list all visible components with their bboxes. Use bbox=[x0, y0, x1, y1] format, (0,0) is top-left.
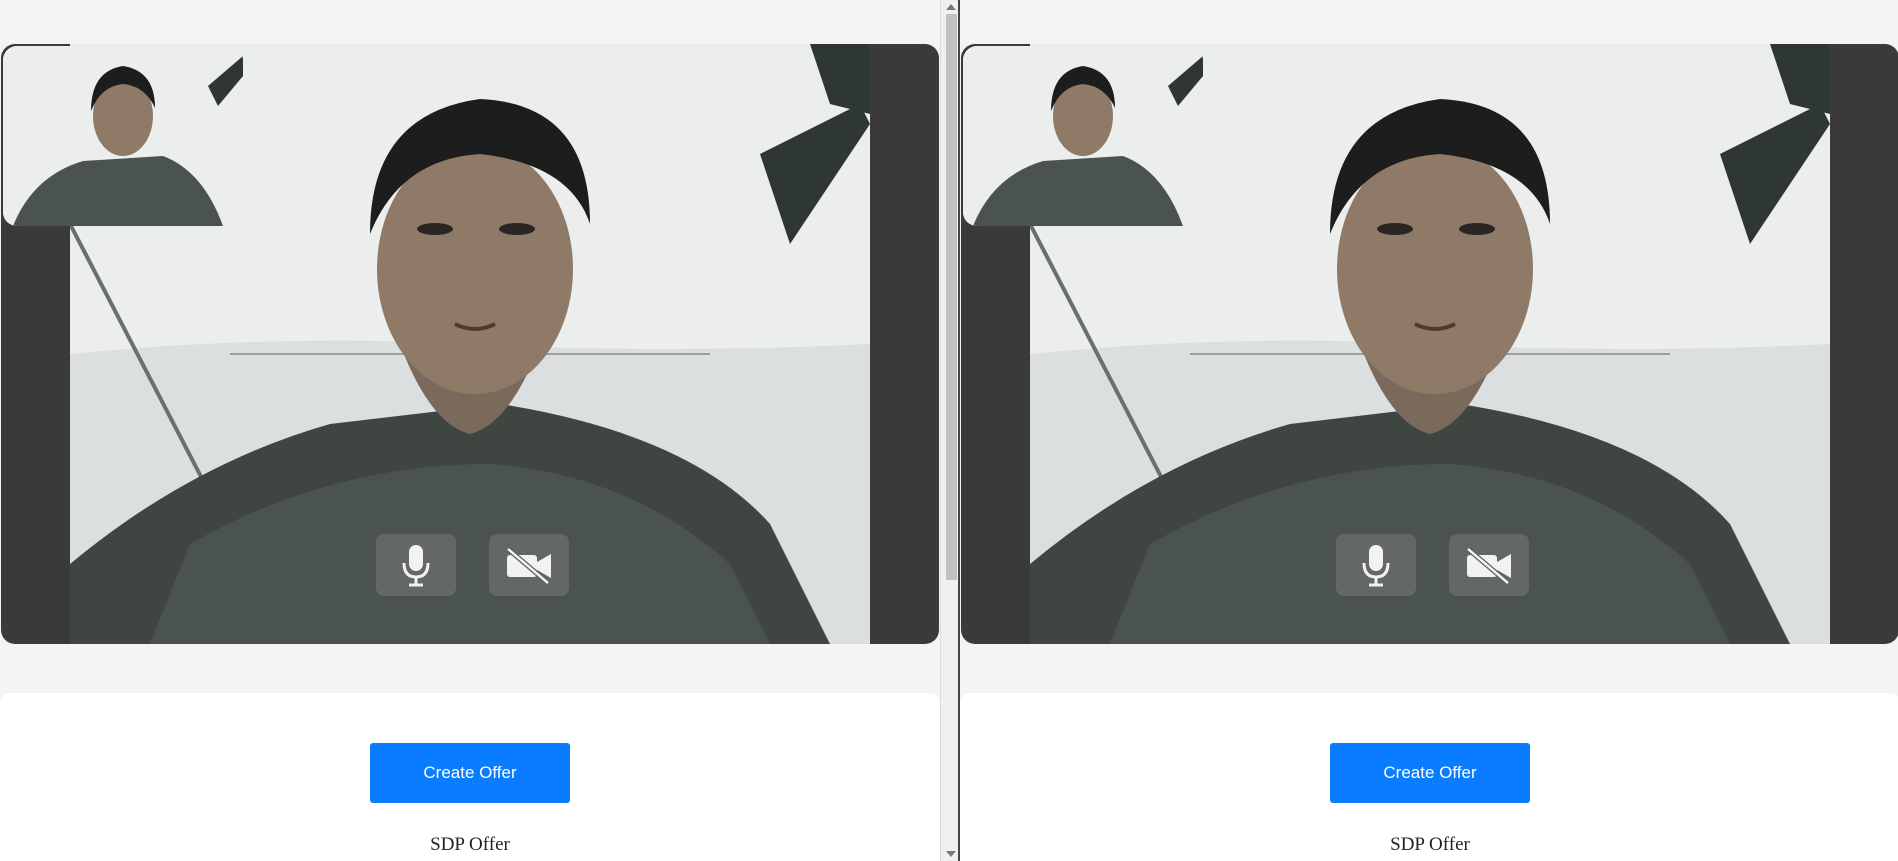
local-video-preview bbox=[963, 46, 1203, 226]
create-offer-button[interactable]: Create Offer bbox=[370, 743, 570, 803]
video-container bbox=[961, 44, 1898, 644]
mute-microphone-button[interactable] bbox=[1336, 534, 1416, 596]
sdp-offer-label: SDP Offer bbox=[1390, 834, 1470, 855]
scroll-down-arrow-icon[interactable] bbox=[946, 851, 956, 857]
call-controls bbox=[376, 534, 569, 596]
mute-microphone-button[interactable] bbox=[376, 534, 456, 596]
video-container bbox=[1, 44, 939, 644]
local-video-frame bbox=[3, 46, 243, 226]
scroll-up-arrow-icon[interactable] bbox=[946, 4, 956, 10]
sdp-offer-label: SDP Offer bbox=[430, 834, 510, 855]
camera-off-icon bbox=[506, 547, 551, 585]
local-video-preview bbox=[3, 46, 243, 226]
toggle-camera-button[interactable] bbox=[1449, 534, 1529, 596]
call-controls bbox=[1336, 534, 1529, 596]
create-offer-button[interactable]: Create Offer bbox=[1330, 743, 1530, 803]
toggle-camera-button[interactable] bbox=[489, 534, 569, 596]
signaling-panel: Create Offer SDP Offer bbox=[0, 693, 940, 861]
scrollbar-thumb[interactable] bbox=[946, 14, 957, 580]
microphone-icon bbox=[1362, 545, 1390, 587]
signaling-panel: Create Offer SDP Offer bbox=[960, 693, 1898, 861]
left-pane: Create Offer SDP Offer bbox=[0, 0, 940, 861]
right-pane: Create Offer SDP Offer bbox=[960, 0, 1898, 861]
local-video-frame bbox=[963, 46, 1203, 226]
camera-off-icon bbox=[1466, 547, 1511, 585]
microphone-icon bbox=[402, 545, 430, 587]
